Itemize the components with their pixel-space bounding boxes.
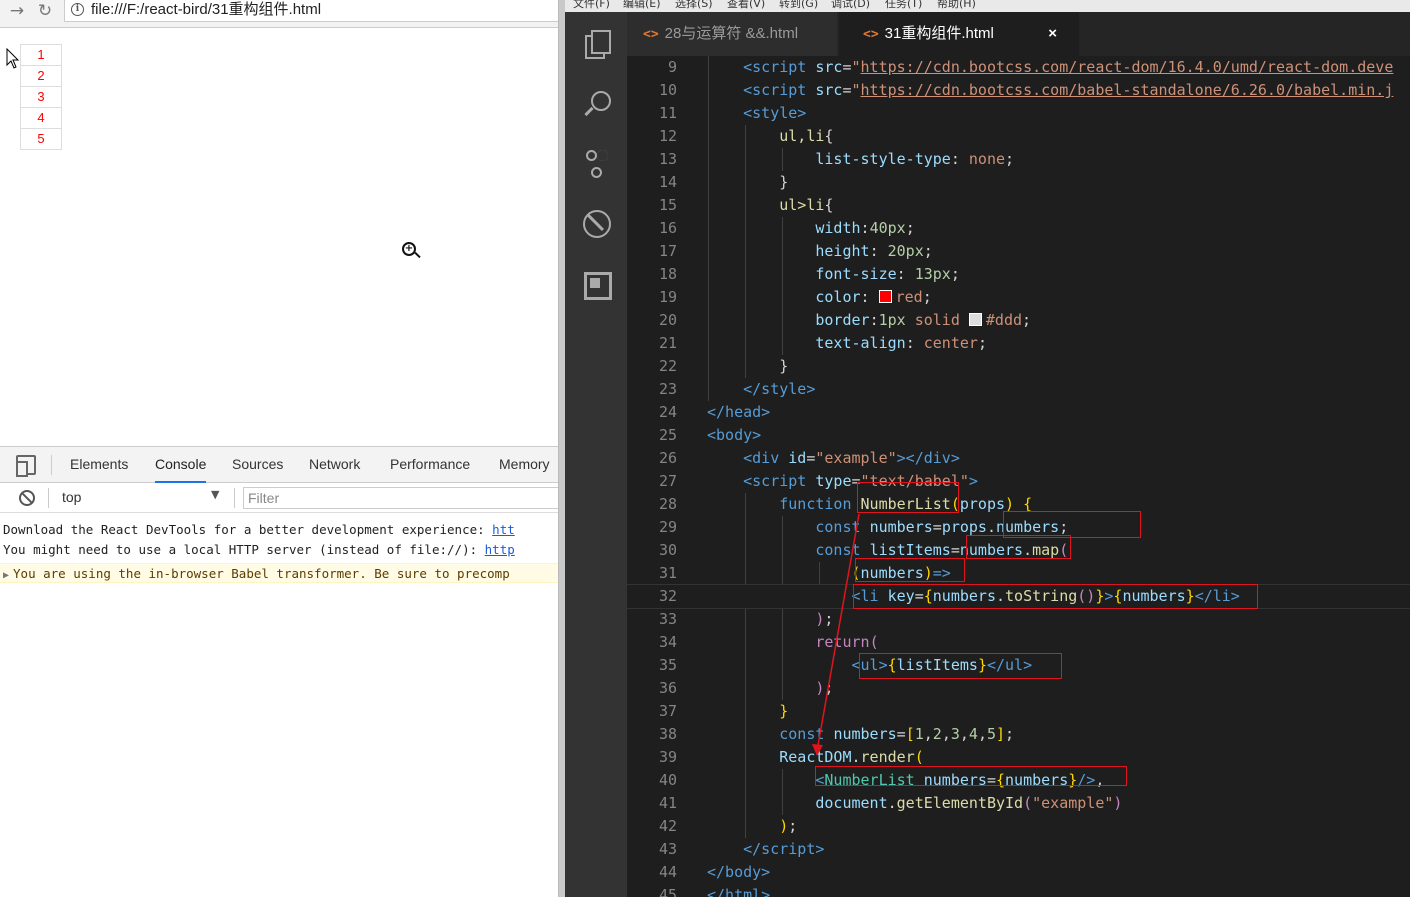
number-list: 1 2 3 4 5	[20, 44, 62, 150]
clear-console-icon[interactable]	[19, 490, 35, 506]
code-area[interactable]: 9 <script src="https://cdn.bootcss.com/r…	[627, 56, 1410, 897]
editor-tab-28[interactable]: <> 28与运算符 &&.html	[627, 12, 837, 56]
editor-tabbar: <> 28与运算符 &&.html <> 31重构组件.html ×	[627, 12, 1410, 56]
list-item: 1	[20, 44, 62, 66]
activity-bar	[565, 12, 627, 897]
search-icon[interactable]	[582, 90, 611, 118]
console-toolbar: top ▼ Filter	[0, 483, 558, 513]
menu-item[interactable]: 转到(G)	[779, 0, 818, 11]
console-message: Download the React DevTools for a better…	[3, 522, 515, 537]
tab-sources[interactable]: Sources	[232, 447, 283, 483]
menu-item[interactable]: 选择(S)	[675, 0, 713, 11]
info-icon[interactable]: i	[71, 3, 84, 16]
menu-item[interactable]: 调试(D)	[831, 0, 870, 11]
expand-triangle-icon[interactable]: ▶	[3, 570, 9, 581]
divider	[234, 488, 235, 508]
console-warning[interactable]: ▶ You are using the in-browser Babel tran…	[0, 563, 558, 583]
tab-performance[interactable]: Performance	[390, 447, 470, 483]
annotation-arrow	[812, 513, 860, 756]
mouse-cursor-icon	[6, 48, 20, 69]
menu-item[interactable]: 查看(V)	[727, 0, 765, 11]
html-file-icon: <>	[863, 27, 879, 42]
console-output: Download the React DevTools for a better…	[0, 520, 558, 583]
list-item: 4	[20, 107, 62, 129]
explorer-icon[interactable]	[582, 30, 611, 59]
list-item: 2	[20, 65, 62, 87]
menu-item[interactable]: 帮助(H)	[937, 0, 976, 11]
menu-item[interactable]: 任务(T)	[885, 0, 922, 11]
page-viewport: 1 2 3 4 5 +	[0, 29, 558, 446]
extensions-icon[interactable]	[582, 270, 612, 300]
code-editor-window: 文件(F) 编辑(E) 选择(S) 查看(V) 转到(G) 调试(D) 任务(T…	[565, 0, 1410, 897]
list-item: 3	[20, 86, 62, 108]
url-text: file:///F:/react-bird/31重构组件.html	[91, 1, 322, 18]
divider	[48, 488, 49, 508]
console-message: You might need to use a local HTTP serve…	[3, 542, 515, 557]
tab-console[interactable]: Console	[155, 447, 207, 483]
close-tab-icon[interactable]: ×	[1048, 12, 1057, 56]
address-bar: → ↻ i file:///F:/react-bird/31重构组件.html	[0, 0, 558, 28]
dropdown-arrow-icon[interactable]: ▼	[211, 488, 219, 501]
reload-icon[interactable]: ↻	[34, 1, 56, 23]
console-link[interactable]: http	[485, 542, 515, 557]
html-file-icon: <>	[643, 27, 659, 42]
console-link[interactable]: htt	[492, 522, 515, 537]
editor-menubar: 文件(F) 编辑(E) 选择(S) 查看(V) 转到(G) 调试(D) 任务(T…	[565, 0, 1410, 12]
debug-icon[interactable]	[582, 209, 611, 238]
tab-memory[interactable]: Memory	[499, 447, 550, 483]
editor-tab-31[interactable]: <> 31重构组件.html ×	[839, 12, 1079, 56]
tab-elements[interactable]: Elements	[70, 447, 128, 483]
zoom-in-icon: +	[402, 242, 416, 256]
context-selector[interactable]: top	[62, 489, 81, 505]
forward-arrow-icon[interactable]: →	[6, 1, 28, 23]
source-control-icon[interactable]	[582, 148, 610, 178]
menu-item[interactable]: 编辑(E)	[623, 0, 661, 11]
browser-window: → ↻ i file:///F:/react-bird/31重构组件.html …	[0, 0, 559, 897]
filter-input[interactable]: Filter	[243, 487, 558, 509]
devtools-panel: Elements Console Sources Network Perform…	[0, 446, 558, 897]
url-input[interactable]: i file:///F:/react-bird/31重构组件.html	[64, 0, 558, 22]
list-item: 5	[20, 128, 62, 150]
device-toolbar-icon[interactable]	[16, 455, 36, 477]
devtools-tabbar: Elements Console Sources Network Perform…	[0, 447, 558, 483]
menu-item[interactable]: 文件(F)	[573, 0, 610, 11]
divider	[51, 455, 52, 475]
tab-network[interactable]: Network	[309, 447, 360, 483]
